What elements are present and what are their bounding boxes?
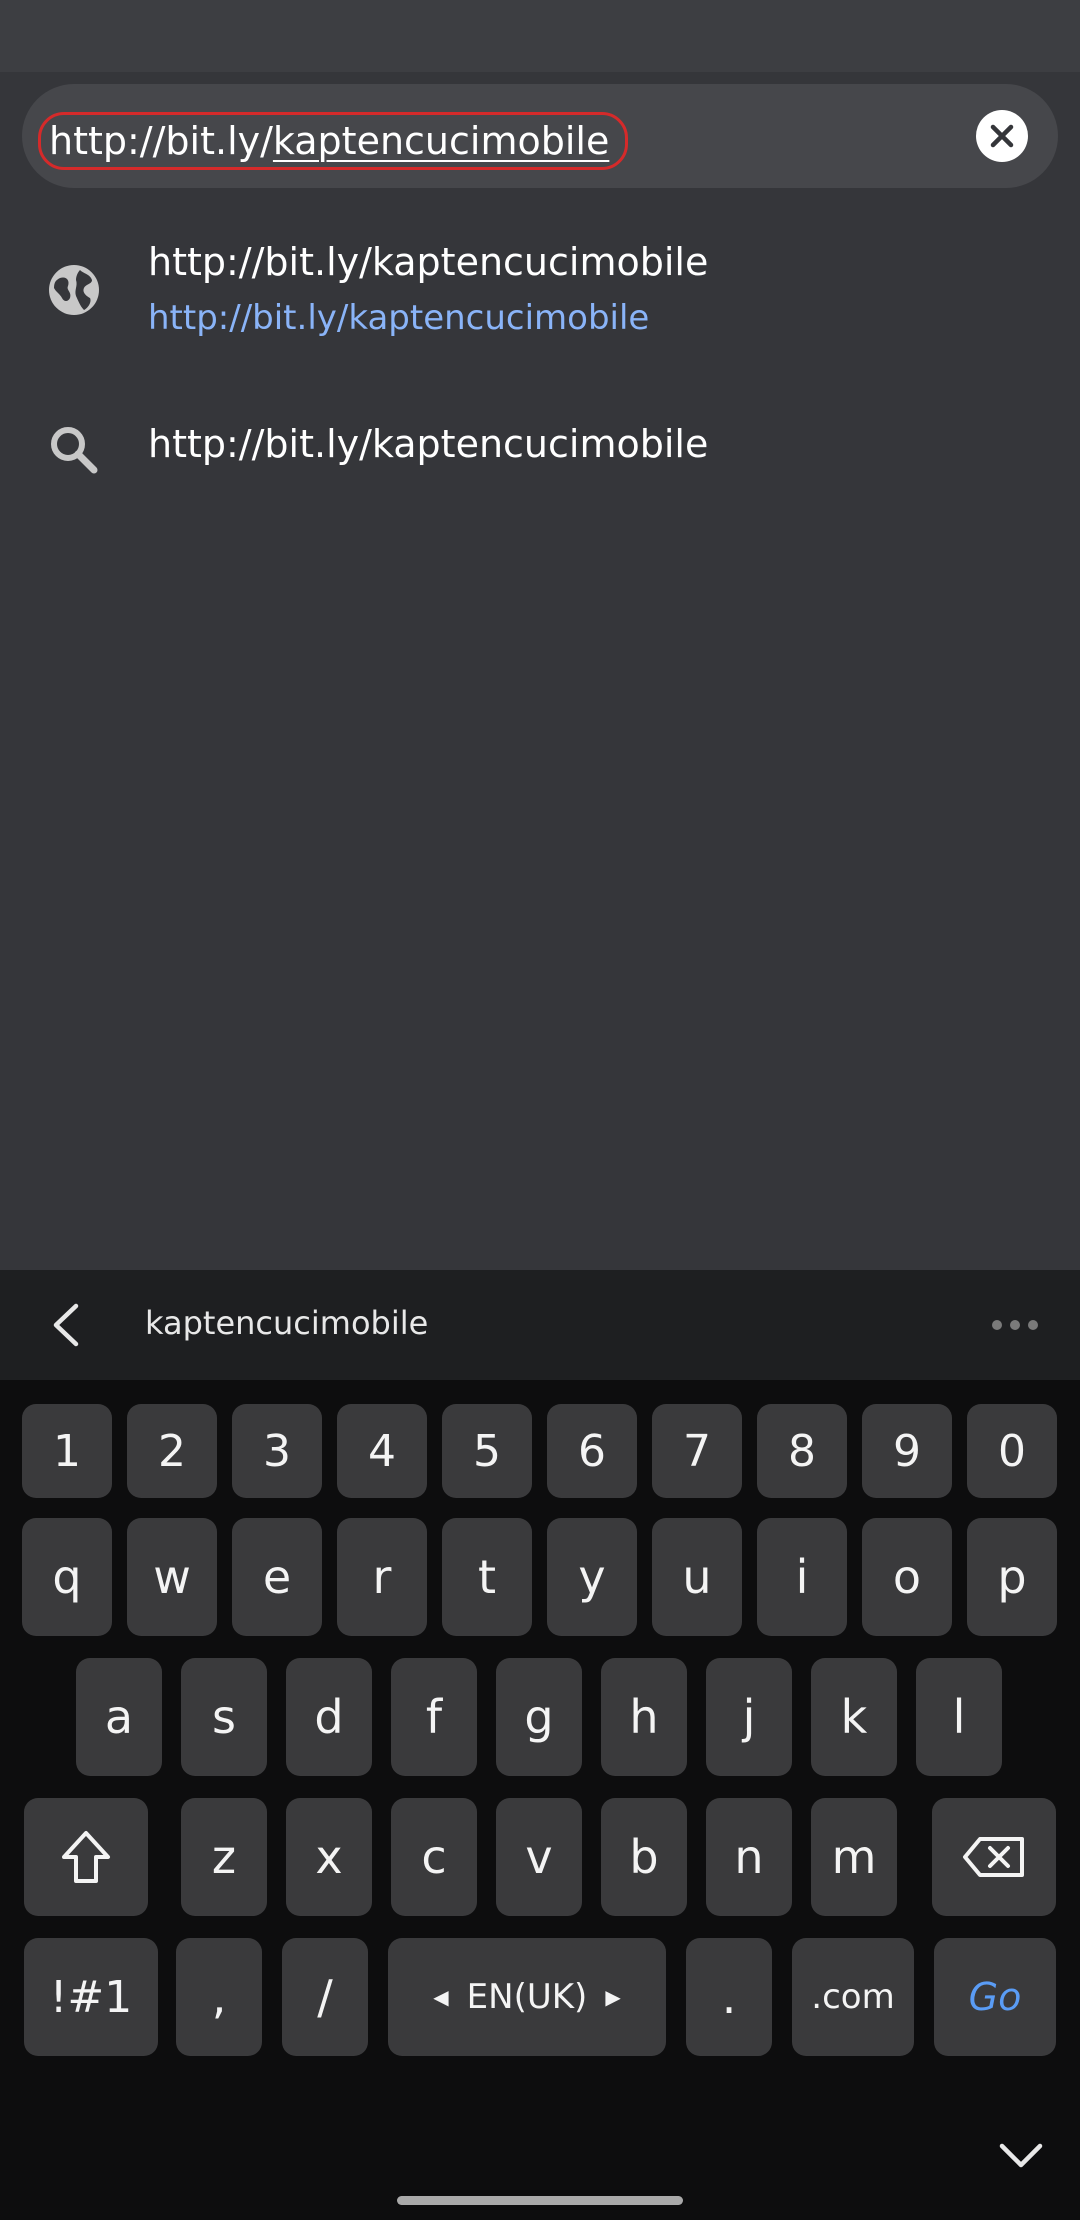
- key-2[interactable]: 2: [127, 1404, 217, 1498]
- key-i[interactable]: i: [757, 1518, 847, 1636]
- key-f[interactable]: f: [391, 1658, 477, 1776]
- period-key[interactable]: .: [686, 1938, 772, 2056]
- key-c[interactable]: c: [391, 1798, 477, 1916]
- key-t[interactable]: t: [442, 1518, 532, 1636]
- key-0[interactable]: 0: [967, 1404, 1057, 1498]
- key-3[interactable]: 3: [232, 1404, 322, 1498]
- key-h[interactable]: h: [601, 1658, 687, 1776]
- suggestion-title: http://bit.ly/kaptencucimobile: [148, 240, 709, 284]
- chevron-down-icon[interactable]: [998, 2138, 1044, 2174]
- key-x[interactable]: x: [286, 1798, 372, 1916]
- key-5[interactable]: 5: [442, 1404, 532, 1498]
- search-icon: [51, 427, 98, 474]
- dotcom-key[interactable]: .com: [792, 1938, 914, 2056]
- url-bar[interactable]: http://bit.ly/kaptencucimobile: [22, 84, 1058, 188]
- comma-key[interactable]: ,: [176, 1938, 262, 2056]
- shift-icon: [62, 1831, 110, 1883]
- key-y[interactable]: y: [547, 1518, 637, 1636]
- key-p[interactable]: p: [967, 1518, 1057, 1636]
- status-bar: [0, 0, 1080, 72]
- key-v[interactable]: v: [496, 1798, 582, 1916]
- prediction-word[interactable]: kaptencucimobile: [145, 1304, 428, 1342]
- space-language-key[interactable]: ◀ EN(UK) ▶: [388, 1938, 666, 2056]
- suggestion-url-text: http://bit.ly/kaptencucimobile: [148, 298, 650, 338]
- key-d[interactable]: d: [286, 1658, 372, 1776]
- key-8[interactable]: 8: [757, 1404, 847, 1498]
- suggestion-title: http://bit.ly/kaptencucimobile: [148, 422, 709, 466]
- suggestion-url[interactable]: http://bit.ly/kaptencucimobile http://bi…: [0, 240, 1080, 370]
- key-a[interactable]: a: [76, 1658, 162, 1776]
- url-prefix: http://bit.ly/: [49, 119, 273, 163]
- language-label: EN(UK): [466, 1977, 588, 2017]
- key-u[interactable]: u: [652, 1518, 742, 1636]
- more-options-icon[interactable]: [992, 1320, 1038, 1330]
- key-l[interactable]: l: [916, 1658, 1002, 1776]
- keyboard-toolbar: kaptencucimobile: [0, 1270, 1080, 1380]
- backspace-icon: [963, 1837, 1024, 1877]
- key-k[interactable]: k: [811, 1658, 897, 1776]
- key-w[interactable]: w: [127, 1518, 217, 1636]
- key-q[interactable]: q: [22, 1518, 112, 1636]
- key-7[interactable]: 7: [652, 1404, 742, 1498]
- key-1[interactable]: 1: [22, 1404, 112, 1498]
- caret-left-icon: ◀: [433, 1985, 449, 2009]
- key-m[interactable]: m: [811, 1798, 897, 1916]
- shift-key[interactable]: [24, 1798, 148, 1916]
- key-6[interactable]: 6: [547, 1404, 637, 1498]
- url-typed-text: kaptencucimobile: [272, 119, 610, 163]
- key-r[interactable]: r: [337, 1518, 427, 1636]
- clear-button[interactable]: [976, 110, 1028, 162]
- key-9[interactable]: 9: [862, 1404, 952, 1498]
- chevron-left-icon[interactable]: [46, 1300, 86, 1350]
- key-s[interactable]: s: [181, 1658, 267, 1776]
- globe-icon: [49, 265, 99, 315]
- key-b[interactable]: b: [601, 1798, 687, 1916]
- key-e[interactable]: e: [232, 1518, 322, 1636]
- key-4[interactable]: 4: [337, 1404, 427, 1498]
- url-input[interactable]: http://bit.ly/kaptencucimobile: [38, 112, 629, 170]
- key-z[interactable]: z: [181, 1798, 267, 1916]
- go-key[interactable]: Go: [934, 1938, 1056, 2056]
- key-o[interactable]: o: [862, 1518, 952, 1636]
- close-icon: [990, 124, 1014, 148]
- suggestion-search[interactable]: http://bit.ly/kaptencucimobile: [0, 410, 1080, 490]
- key-n[interactable]: n: [706, 1798, 792, 1916]
- symbols-key[interactable]: !#1: [24, 1938, 158, 2056]
- backspace-key[interactable]: [932, 1798, 1056, 1916]
- home-indicator[interactable]: [397, 2196, 683, 2205]
- key-g[interactable]: g: [496, 1658, 582, 1776]
- keyboard: 1 2 3 4 5 6 7 8 9 0 q w e r t y u i o p …: [0, 1380, 1080, 2220]
- caret-right-icon: ▶: [605, 1985, 621, 2009]
- key-j[interactable]: j: [706, 1658, 792, 1776]
- slash-key[interactable]: /: [282, 1938, 368, 2056]
